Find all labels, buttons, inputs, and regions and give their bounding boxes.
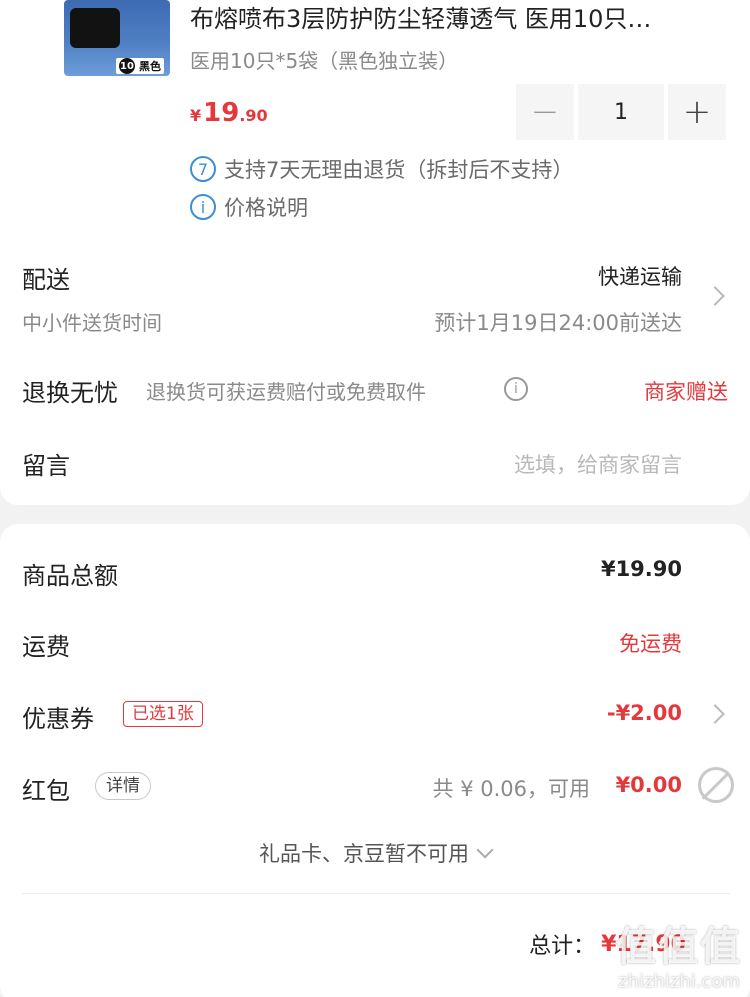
shipping-value: 免运费: [619, 632, 682, 656]
price-integer: 19: [203, 98, 240, 128]
message-label: 留言: [22, 452, 70, 480]
coupon-value[interactable]: -¥2.00: [607, 701, 682, 725]
decrease-quantity-button[interactable]: −: [516, 84, 574, 140]
chevron-down-icon: [476, 841, 494, 859]
redpacket-available-text: 共 ¥ 0.06，可用: [432, 777, 590, 801]
info-icon: i: [190, 194, 216, 220]
watermark-logo: 值值值: [616, 924, 742, 970]
pack-count-number: 10: [119, 58, 135, 74]
order-card: 10 黑色: [0, 0, 750, 505]
mask-image: [70, 8, 120, 48]
return-policy-line[interactable]: 7 支持7天无理由退货（拆封后不支持）: [190, 154, 573, 184]
product-thumbnail[interactable]: 10 黑色: [64, 0, 170, 76]
order-confirmation-page: 10 黑色 布熔喷布3层防护防尘轻薄透气 医用10只… 医用10只*5袋（黑色独…: [0, 0, 750, 997]
price-info-text: 价格说明: [224, 196, 308, 220]
site-watermark: 值值值 zhizhizhi.com: [616, 923, 742, 993]
redpacket-detail-button[interactable]: 详情: [95, 772, 151, 800]
product-variant[interactable]: 医用10只*5袋（黑色独立装）: [190, 45, 458, 74]
increase-quantity-button[interactable]: +: [668, 84, 726, 140]
pack-count-color: 黑色: [139, 60, 161, 73]
redpacket-unavailable-icon[interactable]: [698, 767, 734, 803]
giftcard-text: 礼品卡、京豆暂不可用: [259, 842, 469, 866]
seven-day-return-icon: 7: [190, 156, 216, 182]
returns-description: 退换货可获运费赔付或免费取件: [146, 380, 426, 404]
pack-count-badge: 10 黑色: [116, 58, 164, 74]
goods-total-label: 商品总额: [22, 562, 118, 590]
delivery-sub-label: 中小件送货时间: [22, 311, 162, 335]
quantity-value[interactable]: 1: [578, 84, 664, 140]
delivery-method[interactable]: 快递运输: [598, 261, 682, 291]
price-info-line[interactable]: i 价格说明: [190, 192, 308, 222]
summary-divider: [22, 893, 730, 894]
redpacket-label: 红包: [22, 777, 70, 805]
delivery-eta[interactable]: 预计1月19日24:00前送达: [434, 307, 682, 337]
price-decimal: .90: [239, 106, 268, 125]
quantity-stepper: − 1 +: [516, 84, 730, 140]
price-currency: ¥: [190, 106, 202, 125]
coupon-label: 优惠券: [22, 705, 94, 733]
product-price: ¥ 19 .90: [190, 98, 268, 128]
shipping-label: 运费: [22, 633, 70, 661]
redpacket-value: ¥0.00: [615, 773, 682, 797]
giftcard-row[interactable]: 礼品卡、京豆暂不可用: [0, 838, 750, 868]
return-policy-text: 支持7天无理由退货（拆封后不支持）: [224, 158, 574, 182]
delivery-label: 配送: [22, 266, 70, 294]
returns-label: 退换无忧: [22, 379, 118, 407]
watermark-url: zhizhizhi.com: [618, 971, 740, 992]
message-input[interactable]: 选填，给商家留言: [514, 449, 682, 479]
goods-total-value: ¥19.90: [600, 557, 682, 581]
product-title[interactable]: 布熔喷布3层防护防尘轻薄透气 医用10只…: [190, 2, 730, 36]
coupon-selected-tag[interactable]: 已选1张: [123, 701, 203, 727]
returns-value[interactable]: 商家赠送: [644, 376, 728, 406]
total-label: 总计：: [529, 934, 596, 959]
returns-info-icon[interactable]: i: [504, 377, 528, 401]
